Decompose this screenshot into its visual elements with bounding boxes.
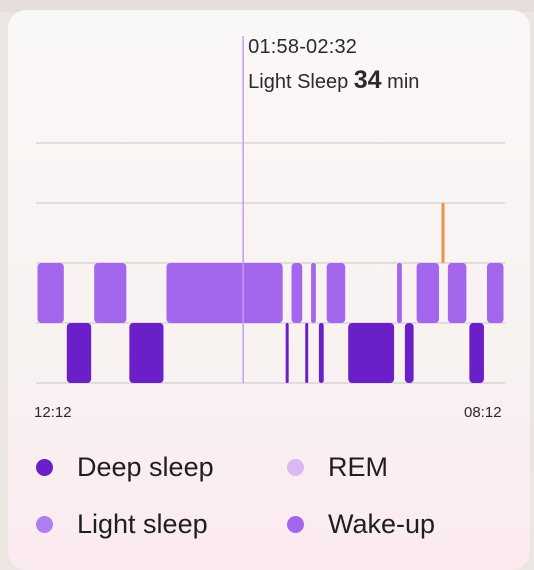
segment-deep-sleep-1[interactable] (66, 323, 92, 383)
segment-light-sleep-12[interactable] (397, 263, 402, 323)
segment-deep-sleep-13[interactable] (404, 323, 414, 383)
sleep-segments (37, 203, 504, 383)
legend-deep-sleep-label: Deep sleep (77, 452, 214, 482)
segment-light-sleep-8[interactable] (311, 263, 316, 323)
legend-wake-up: Wake-up (287, 509, 435, 540)
legend-light-sleep: Light sleep (36, 509, 208, 540)
legend-wake-up-label: Wake-up (328, 509, 436, 539)
segment-light-sleep-6[interactable] (291, 263, 303, 323)
segment-light-sleep-16[interactable] (447, 263, 467, 323)
segment-deep-sleep-11[interactable] (348, 323, 395, 383)
segment-light-sleep-0[interactable] (37, 263, 64, 323)
tooltip-time-range: 01:58-02:32 (248, 36, 358, 58)
segment-light-sleep-2[interactable] (94, 263, 127, 323)
segment-wake-up-15[interactable] (441, 203, 445, 263)
segment-light-sleep-10[interactable] (326, 263, 346, 323)
legend-wake-up-dot (287, 516, 304, 533)
segment-tooltip: 01:58-02:32 Light Sleep 34 min (248, 36, 419, 95)
axis-end-label: 08:12 (464, 404, 502, 421)
legend-rem-label: REM (328, 452, 388, 482)
segment-deep-sleep-17[interactable] (469, 323, 484, 383)
legend-rem: REM (287, 452, 388, 483)
segment-light-sleep-14[interactable] (416, 263, 440, 323)
segment-deep-sleep-7[interactable] (305, 323, 309, 383)
legend-light-sleep-label: Light sleep (77, 509, 208, 539)
legend-deep-sleep-dot (36, 459, 53, 476)
segment-deep-sleep-3[interactable] (129, 323, 164, 383)
tooltip-stage: Light Sleep (248, 71, 349, 93)
axis-start-label: 12:12 (34, 404, 72, 421)
segment-light-sleep-18[interactable] (486, 263, 504, 323)
tooltip-details: Light Sleep 34 min (248, 66, 419, 95)
segment-light-sleep-4[interactable] (166, 263, 283, 323)
tooltip-value: 34 (353, 66, 382, 94)
legend-light-sleep-dot (36, 516, 53, 533)
segment-deep-sleep-5[interactable] (285, 323, 289, 383)
tooltip-unit: min (387, 71, 420, 93)
legend-rem-dot (287, 459, 304, 476)
segment-deep-sleep-9[interactable] (318, 323, 324, 383)
legend-deep-sleep: Deep sleep (36, 452, 214, 483)
